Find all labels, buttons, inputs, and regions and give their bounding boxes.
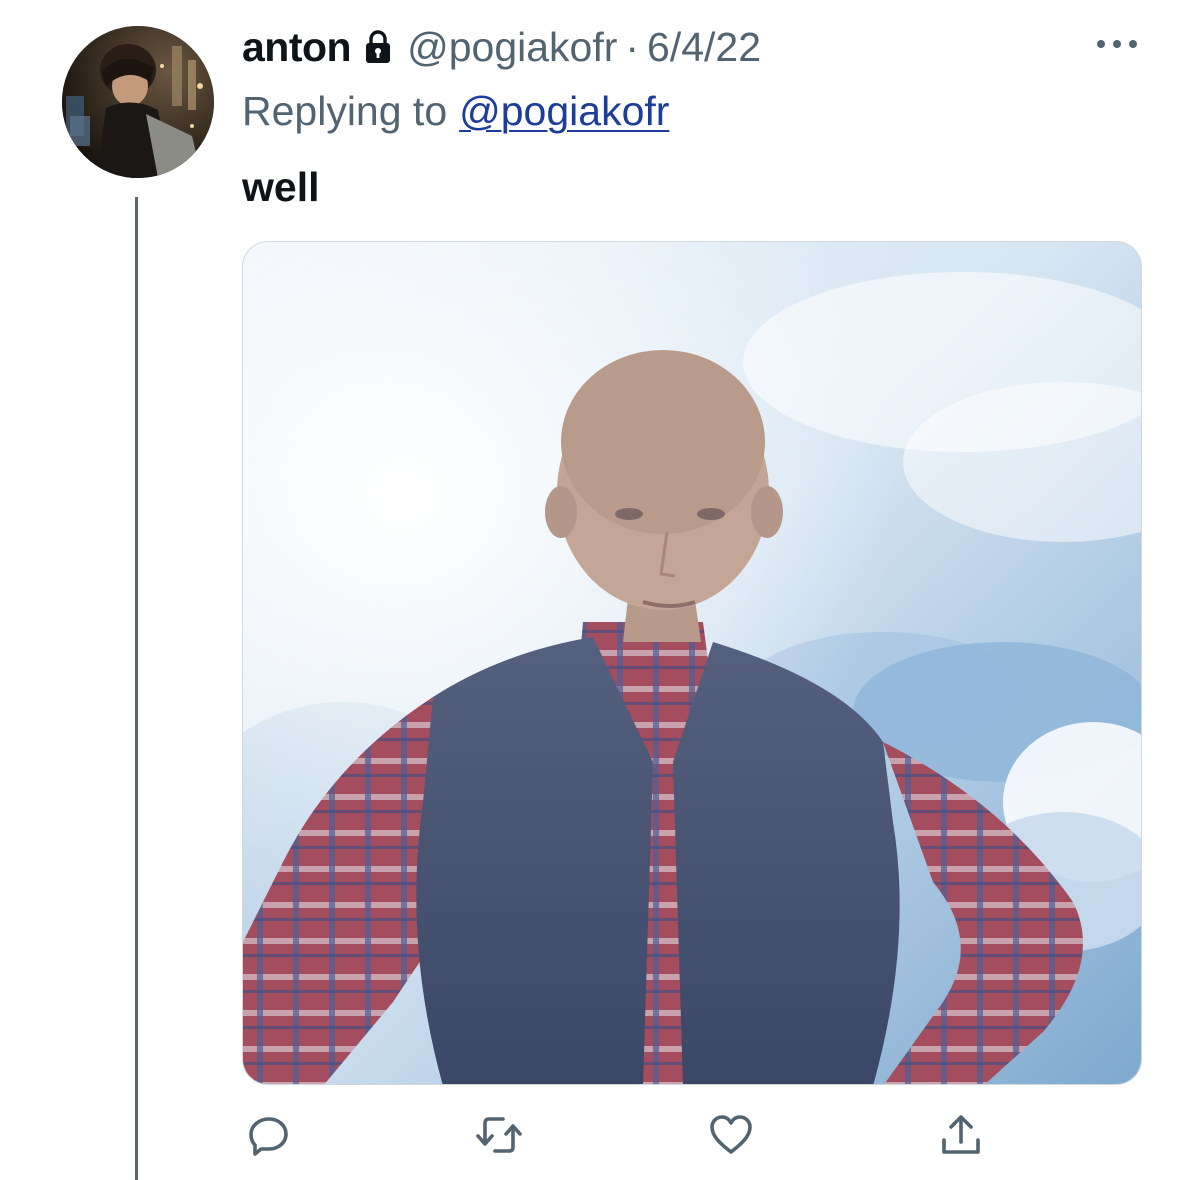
lock-icon [363, 29, 393, 65]
avatar[interactable] [62, 26, 214, 178]
more-horizontal-icon[interactable] [1094, 34, 1140, 54]
replying-to: Replying to @pogiakofr [242, 86, 669, 136]
tweet-date[interactable]: 6/4/22 [647, 24, 761, 71]
avatar-image [62, 26, 214, 178]
separator: · [625, 23, 640, 70]
user-handle[interactable]: @pogiakofr [407, 24, 617, 71]
tweet-text: well [242, 163, 320, 210]
display-name[interactable]: anton [242, 24, 352, 71]
retweet-icon[interactable] [472, 1108, 526, 1162]
action-bar [242, 1108, 1002, 1162]
heart-icon[interactable] [704, 1108, 758, 1162]
tweet-image[interactable] [242, 241, 1142, 1085]
tweet-header: anton @pogiakofr · 6/4/22 [242, 22, 761, 72]
share-icon[interactable] [934, 1108, 988, 1162]
replying-to-link[interactable]: @pogiakofr [459, 88, 669, 135]
replying-prefix: Replying to [242, 87, 448, 134]
thread-line [135, 197, 138, 1180]
reply-icon[interactable] [242, 1108, 296, 1162]
